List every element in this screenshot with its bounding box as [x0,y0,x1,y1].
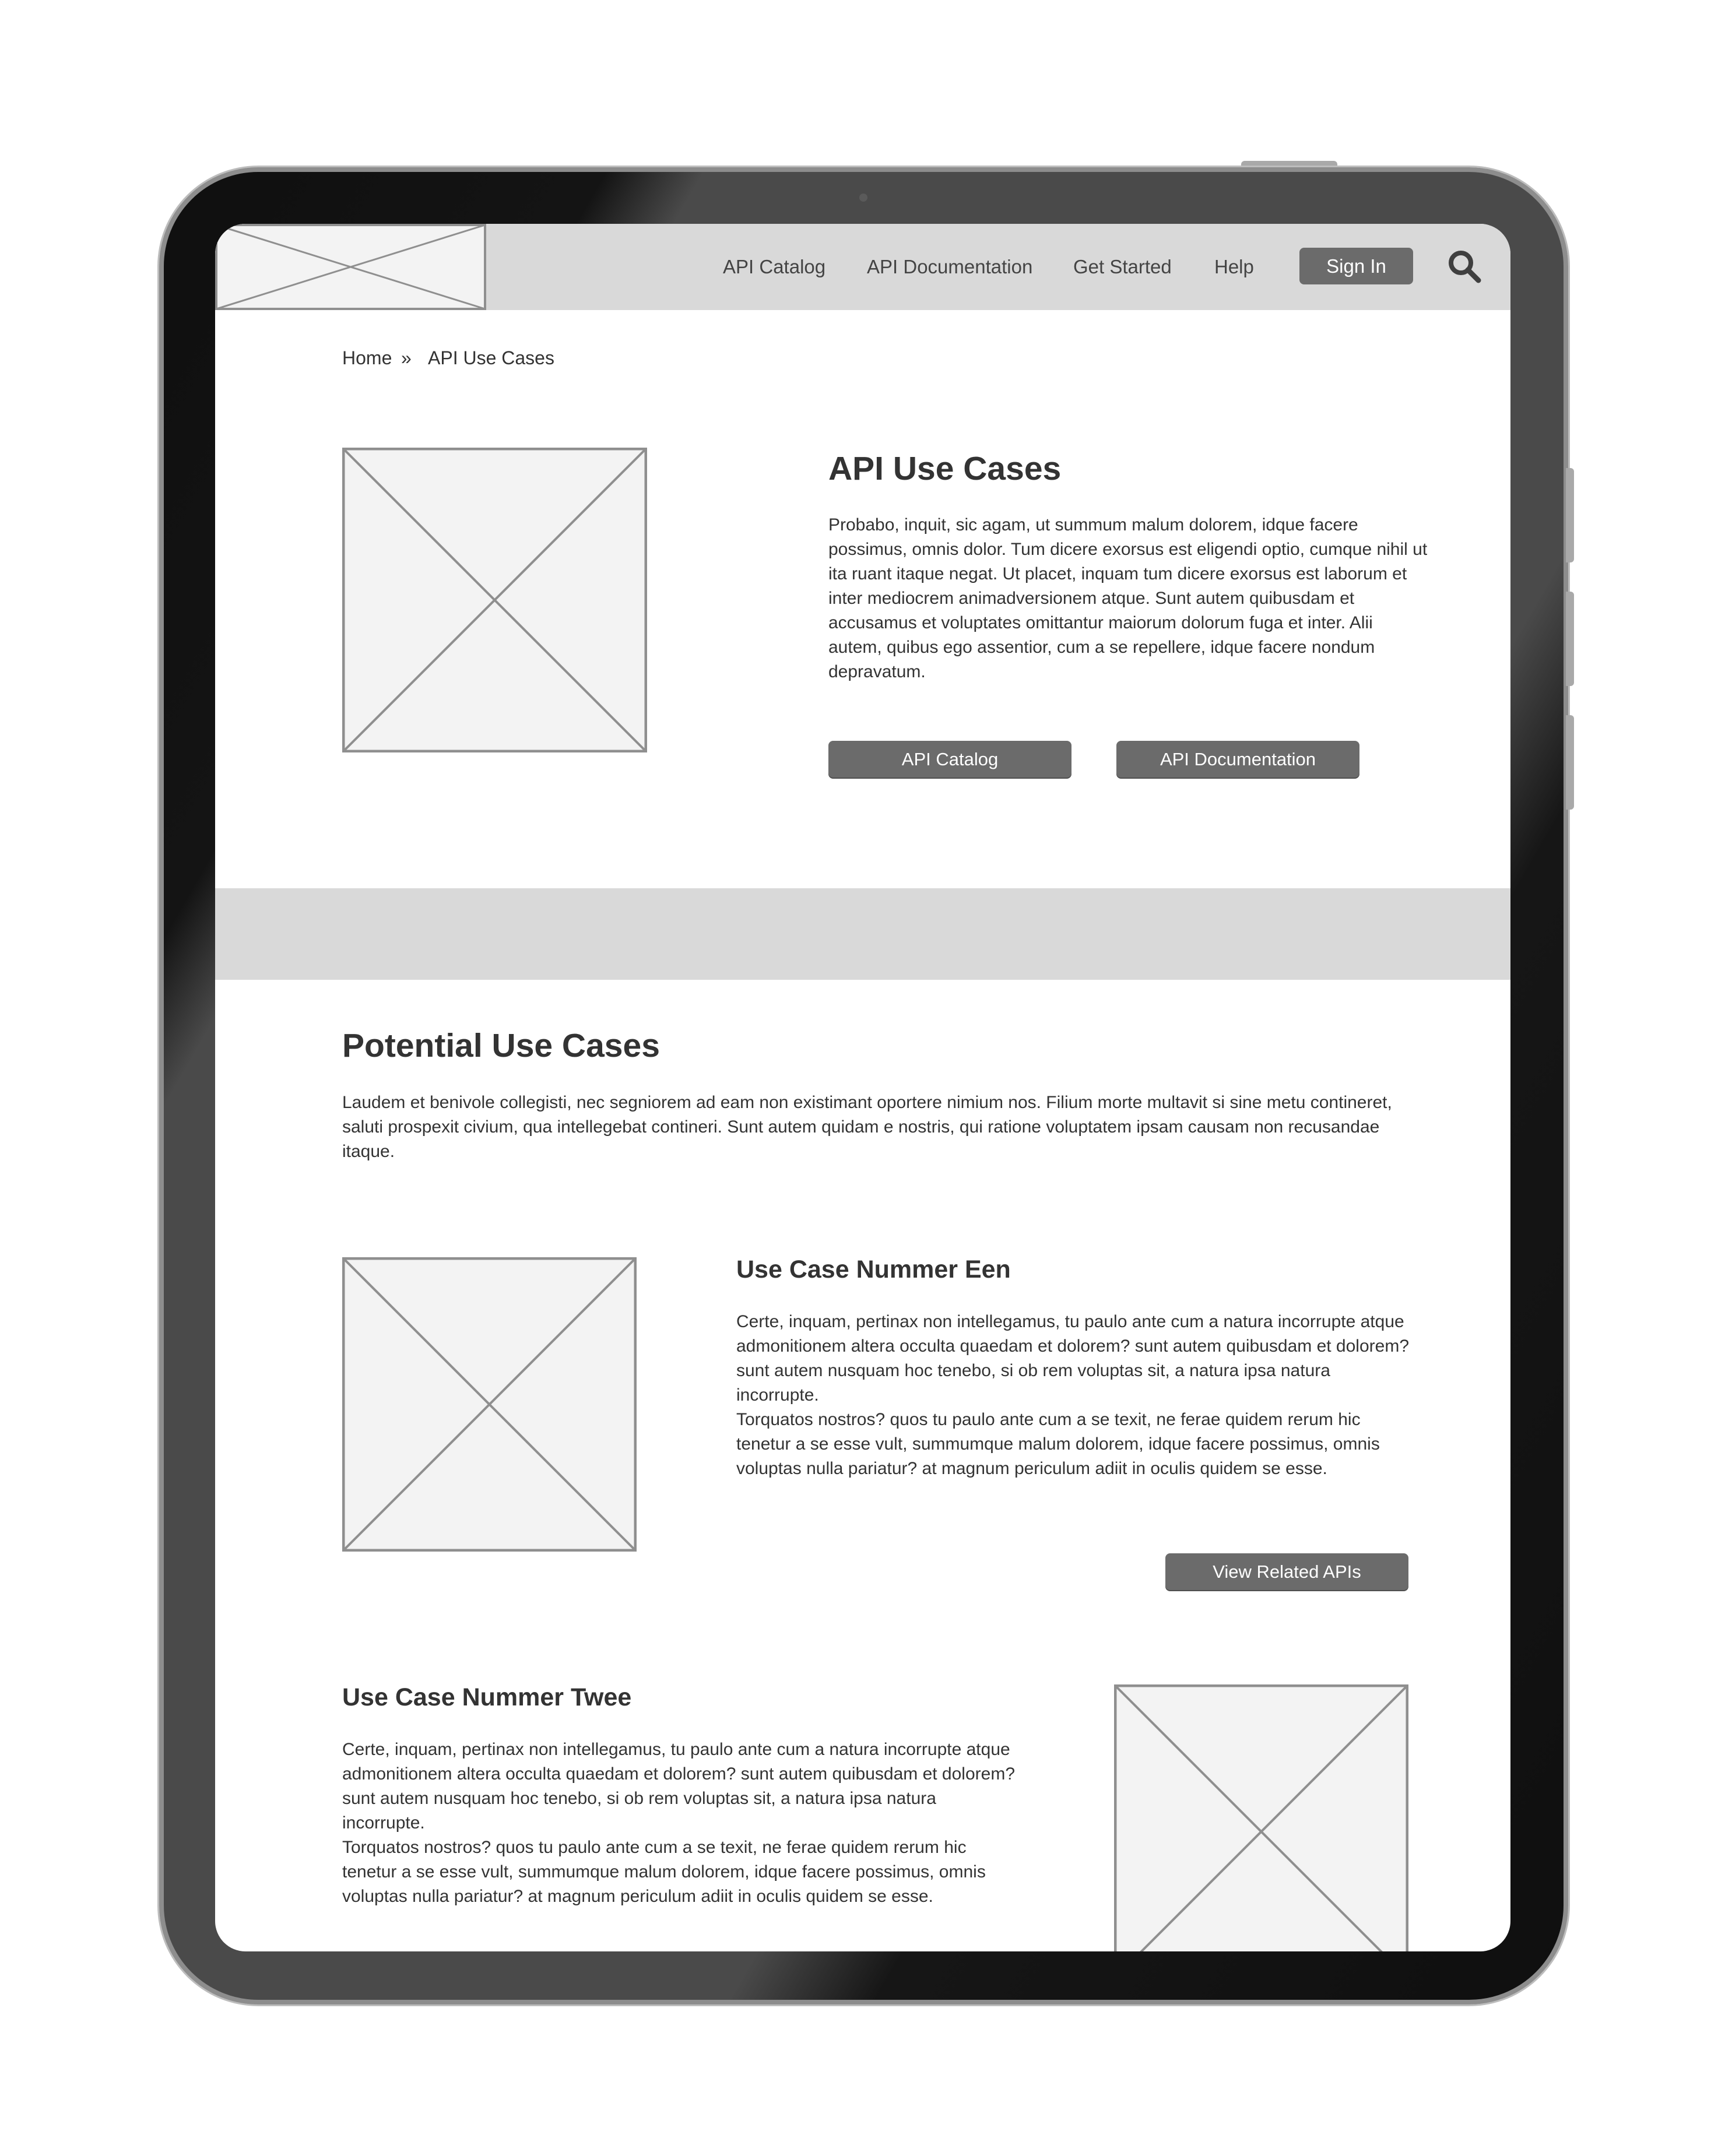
nav-get-started[interactable]: Get Started [1073,252,1172,282]
use-case-1-description: Certe, inquam, pertinax non intellegamus… [736,1310,1413,1481]
tablet-volume-up-button [1566,468,1574,562]
breadcrumb-current: API Use Cases [428,347,554,368]
use-case-1-paragraph-2: Torquatos nostros? quos tu paulo ante cu… [736,1410,1380,1478]
potential-use-cases-text: Laudem et benivole collegisti, nec segni… [342,1093,1392,1161]
hero-api-documentation-button[interactable]: API Documentation [1116,741,1359,778]
view-related-apis-button[interactable]: View Related APIs [1165,1553,1408,1590]
nav-help[interactable]: Help [1214,252,1254,282]
hero-image-placeholder [342,448,647,752]
hero-description-text: Probabo, inquit, sic agam, ut summum mal… [828,515,1428,681]
use-case-2-description: Certe, inquam, pertinax non intellegamus… [342,1738,1018,1909]
logo-placeholder[interactable] [215,224,486,310]
nav-api-catalog[interactable]: API Catalog [723,252,825,282]
use-case-2-title: Use Case Nummer Twee [342,1683,632,1711]
breadcrumb-separator-icon: » [401,347,412,368]
use-case-2-paragraph-2: Torquatos nostros? quos tu paulo ante cu… [342,1838,986,1906]
use-case-2-image-placeholder [1114,1684,1408,1951]
tablet-side-button [1566,715,1574,810]
hero-api-catalog-button[interactable]: API Catalog [828,741,1071,778]
header-bar: API Catalog API Documentation Get Starte… [215,224,1510,310]
use-case-2-paragraph-1: Certe, inquam, pertinax non intellegamus… [342,1740,1016,1833]
nav-api-documentation[interactable]: API Documentation [867,252,1032,282]
tablet-volume-down-button [1566,592,1574,686]
potential-use-cases-title: Potential Use Cases [342,1027,660,1064]
potential-use-cases-description: Laudem et benivole collegisti, nec segni… [342,1091,1415,1164]
section-divider-band [215,888,1510,980]
sign-in-button[interactable]: Sign In [1299,248,1413,284]
hero-description: Probabo, inquit, sic agam, ut summum mal… [828,513,1429,684]
use-case-1-paragraph-1: Certe, inquam, pertinax non intellegamus… [736,1312,1410,1405]
page-title: API Use Cases [828,450,1062,487]
front-camera [859,194,867,202]
search-icon[interactable] [1446,248,1482,284]
use-case-1-image-placeholder [342,1257,637,1552]
breadcrumb-home[interactable]: Home [342,343,392,373]
tablet-screen: API Catalog API Documentation Get Starte… [215,224,1510,1951]
use-case-1-title: Use Case Nummer Een [736,1255,1011,1283]
